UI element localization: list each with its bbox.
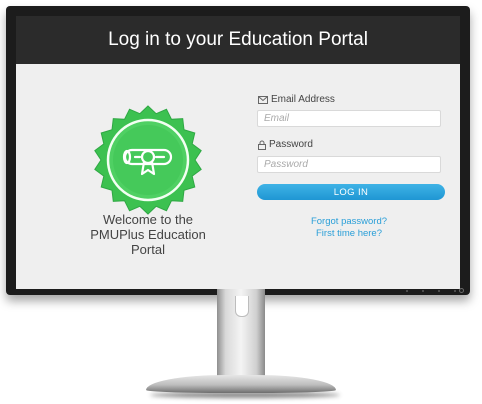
certificate-badge-icon (94, 105, 202, 215)
password-field[interactable] (257, 156, 441, 173)
monitor-stand-base (146, 375, 336, 393)
password-label-text: Password (269, 139, 313, 150)
bezel-button (406, 290, 408, 292)
bezel-button (438, 290, 440, 292)
page-title: Log in to your Education Portal (16, 16, 460, 64)
bezel-buttons (406, 290, 456, 292)
email-field[interactable] (257, 110, 441, 127)
bezel-button (454, 290, 456, 292)
forgot-password-link[interactable]: Forgot password? (257, 216, 441, 227)
email-label: Email Address (258, 94, 335, 105)
first-time-link[interactable]: First time here? (257, 228, 441, 239)
email-label-text: Email Address (271, 94, 335, 105)
lock-icon (258, 140, 266, 150)
login-button[interactable]: LOG IN (257, 184, 445, 200)
bezel-button (422, 290, 424, 292)
monitor: Log in to your Education Portal Welcome … (6, 6, 470, 295)
login-screen: Log in to your Education Portal Welcome … (16, 16, 460, 289)
welcome-text: Welcome to the PMUPlus Education Portal (90, 212, 206, 257)
cable-slot (235, 296, 249, 317)
envelope-icon (258, 95, 268, 104)
password-label: Password (258, 139, 313, 150)
power-icon (459, 288, 464, 293)
